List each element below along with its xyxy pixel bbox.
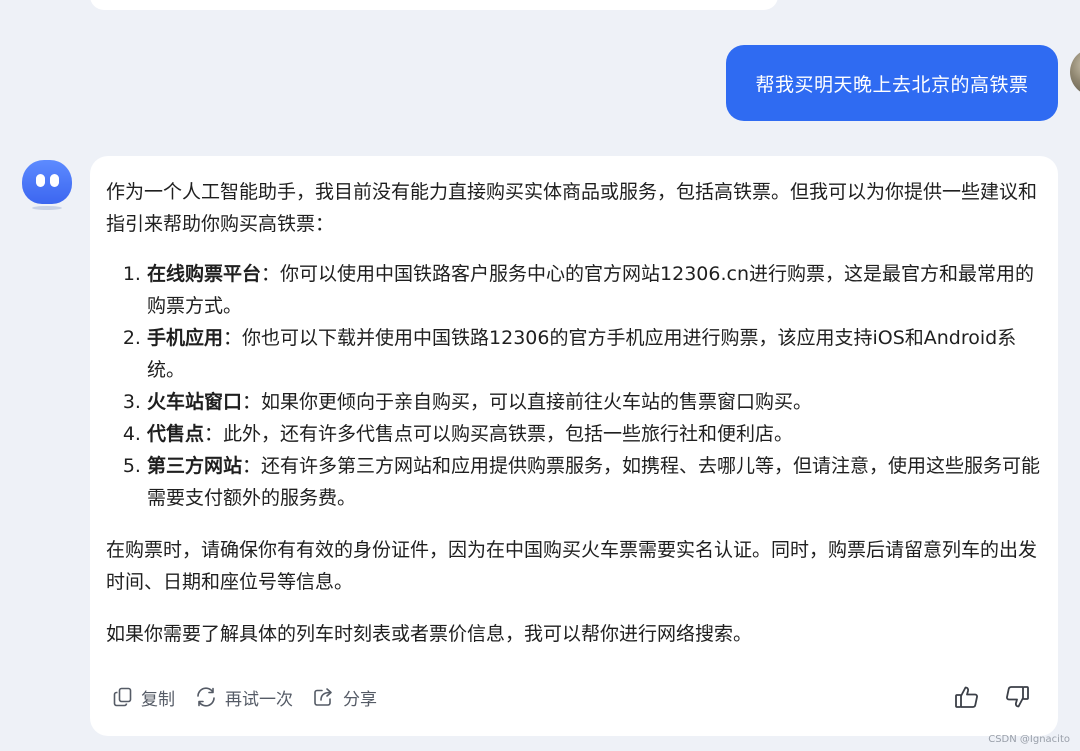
previous-message-card xyxy=(90,0,778,10)
assistant-avatar-left-eye xyxy=(36,174,45,187)
user-message-text: 帮我买明天晚上去北京的高铁票 xyxy=(755,73,1029,96)
retry-label: 再试一次 xyxy=(225,689,293,710)
assistant-intro: 作为一个人工智能助手，我目前没有能力直接购买实体商品或服务，包括高铁票。但我可以… xyxy=(106,181,1038,235)
list-item: 手机应用：你也可以下载并使用中国铁路12306的官方手机应用进行购票，该应用支持… xyxy=(147,322,1041,386)
copy-label: 复制 xyxy=(141,689,175,710)
list-item: 在线购票平台：你可以使用中国铁路客户服务中心的官方网站12306.cn进行购票，… xyxy=(147,258,1041,322)
list-item: 火车站窗口：如果你更倾向于亲自购买，可以直接前往火车站的售票窗口购买。 xyxy=(147,386,1041,418)
watermark: CSDN @Ignacito xyxy=(988,734,1070,745)
list-item-title: 手机应用 xyxy=(147,327,224,349)
thumbs-up-icon xyxy=(955,686,978,708)
share-label: 分享 xyxy=(343,689,377,710)
list-item: 第三方网站：还有许多第三方网站和应用提供购票服务，如携程、去哪儿等，但请注意，使… xyxy=(147,450,1041,514)
list-item-text: ：还有许多第三方网站和应用提供购票服务，如携程、去哪儿等，但请注意，使用这些服务… xyxy=(147,455,1041,509)
share-button[interactable]: 分享 xyxy=(313,685,377,710)
list-item-text: ：你也可以下载并使用中国铁路12306的官方手机应用进行购票，该应用支持iOS和… xyxy=(147,327,1017,381)
thumbs-down-button[interactable] xyxy=(1004,682,1030,712)
assistant-avatar-shadow xyxy=(32,206,62,210)
list-item-text: ：如果你更倾向于亲自购买，可以直接前往火车站的售票窗口购买。 xyxy=(242,391,813,413)
message-actions: 复制 再试一次 分享 xyxy=(113,682,397,712)
list-item-title: 代售点 xyxy=(147,423,205,445)
list-item-title: 第三方网站 xyxy=(147,455,243,477)
refresh-icon xyxy=(197,687,215,707)
list-item-text: ：此外，还有许多代售点可以购买高铁票，包括一些旅行社和便利店。 xyxy=(204,423,794,445)
thumbs-down-icon xyxy=(1006,686,1029,708)
assistant-avatar-head xyxy=(22,160,72,204)
share-icon xyxy=(314,688,332,706)
purchase-options-list: 在线购票平台：你可以使用中国铁路客户服务中心的官方网站12306.cn进行购票，… xyxy=(106,258,1041,514)
list-item-title: 在线购票平台 xyxy=(147,263,262,285)
list-item-title: 火车站窗口 xyxy=(147,391,243,413)
thumbs-up-button[interactable] xyxy=(954,682,980,712)
user-avatar xyxy=(1070,48,1080,96)
list-item-text: ：你可以使用中国铁路客户服务中心的官方网站12306.cn进行购票，这是最官方和… xyxy=(147,263,1034,317)
list-item: 代售点：此外，还有许多代售点可以购买高铁票，包括一些旅行社和便利店。 xyxy=(147,418,1041,450)
retry-button[interactable]: 再试一次 xyxy=(195,685,293,710)
assistant-avatar-right-eye xyxy=(50,174,59,187)
assistant-avatar xyxy=(22,160,72,210)
copy-button[interactable]: 复制 xyxy=(113,685,175,710)
copy-icon xyxy=(113,687,132,707)
assistant-note: 在购票时，请确保你有有效的身份证件，因为在中国购买火车票需要实名认证。同时，购票… xyxy=(106,539,1038,593)
user-message-bubble: 帮我买明天晚上去北京的高铁票 xyxy=(726,45,1058,121)
assistant-closing: 如果你需要了解具体的列车时刻表或者票价信息，我可以帮你进行网络搜索。 xyxy=(106,623,753,645)
assistant-message-content: 作为一个人工智能助手，我目前没有能力直接购买实体商品或服务，包括高铁票。但我可以… xyxy=(106,176,1041,650)
